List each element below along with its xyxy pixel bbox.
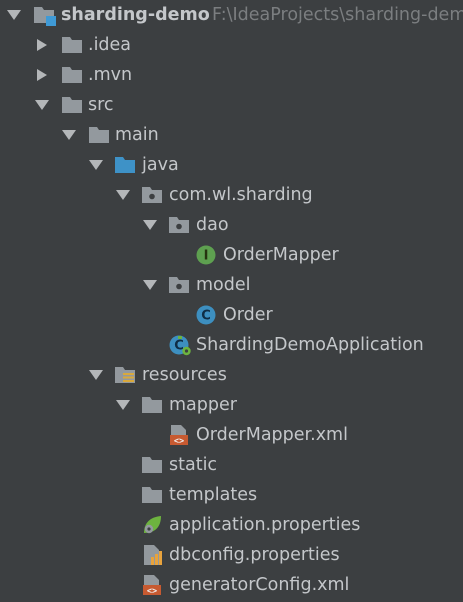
folder-icon bbox=[142, 397, 162, 413]
tree-row-mvn[interactable]: .mvn bbox=[0, 60, 463, 90]
package-icon bbox=[142, 187, 162, 203]
folder-icon bbox=[62, 67, 82, 83]
folder-icon bbox=[89, 127, 109, 143]
folder-icon bbox=[142, 457, 162, 473]
tree-item-label: java bbox=[142, 155, 179, 175]
tree-item-label: Order bbox=[223, 305, 273, 325]
chevron-down-icon[interactable] bbox=[143, 279, 157, 291]
tree-item-label: ShardingDemoApplication bbox=[196, 335, 424, 355]
xml-file-icon: <> bbox=[170, 425, 188, 447]
tree-row-file-generator-config-xml[interactable]: <> generatorConfig.xml bbox=[0, 570, 463, 600]
chevron-down-icon[interactable] bbox=[35, 99, 49, 111]
properties-file-icon bbox=[144, 545, 162, 565]
chevron-down-icon[interactable] bbox=[116, 189, 130, 201]
tree-row-java[interactable]: java bbox=[0, 150, 463, 180]
chevron-right-icon[interactable] bbox=[35, 39, 49, 51]
interface-icon: I bbox=[196, 245, 216, 265]
tree-row-static[interactable]: static bbox=[0, 450, 463, 480]
xml-file-icon: <> bbox=[143, 575, 161, 597]
folder-icon bbox=[62, 97, 82, 113]
class-badge-letter: C bbox=[201, 309, 211, 324]
tree-item-label: dbconfig.properties bbox=[169, 545, 340, 565]
tree-item-label: application.properties bbox=[169, 515, 361, 535]
tree-item-label: OrderMapper.xml bbox=[196, 425, 348, 445]
tree-item-label: src bbox=[88, 95, 114, 115]
tree-item-label: model bbox=[196, 275, 251, 295]
spring-properties-icon bbox=[144, 516, 161, 534]
tree-row-file-order-mapper-xml[interactable]: <> OrderMapper.xml bbox=[0, 420, 463, 450]
tree-item-label: templates bbox=[169, 485, 258, 505]
tree-row-package-model[interactable]: model bbox=[0, 270, 463, 300]
tree-item-label: main bbox=[115, 125, 159, 145]
tree-row-main[interactable]: main bbox=[0, 120, 463, 150]
class-icon: C bbox=[196, 305, 216, 325]
package-icon bbox=[169, 277, 189, 293]
tree-row-file-sharding-demo-application[interactable]: C ShardingDemoApplication bbox=[0, 330, 463, 360]
tree-item-label: generatorConfig.xml bbox=[169, 575, 350, 595]
chevron-down-icon[interactable] bbox=[143, 219, 157, 231]
tree-item-label: .mvn bbox=[88, 65, 133, 85]
tree-item-label: dao bbox=[196, 215, 229, 235]
project-path: F:\IdeaProjects\sharding-demo bbox=[212, 5, 463, 25]
tree-row-templates[interactable]: templates bbox=[0, 480, 463, 510]
project-tree: sharding-demo F:\IdeaProjects\sharding-d… bbox=[0, 0, 463, 602]
chevron-down-icon[interactable] bbox=[62, 129, 76, 141]
tree-item-label: resources bbox=[142, 365, 227, 385]
tree-item-label: static bbox=[169, 455, 218, 475]
tree-row-resources[interactable]: resources bbox=[0, 360, 463, 390]
tree-row-mapper[interactable]: mapper bbox=[0, 390, 463, 420]
tree-row-file-dbconfig-properties[interactable]: dbconfig.properties bbox=[0, 540, 463, 570]
tree-row-package-com-wl-sharding[interactable]: com.wl.sharding bbox=[0, 180, 463, 210]
interface-badge-letter: I bbox=[204, 249, 209, 264]
xml-badge: <> bbox=[174, 437, 184, 447]
xml-badge: <> bbox=[147, 587, 157, 597]
tree-row-package-dao[interactable]: dao bbox=[0, 210, 463, 240]
chevron-down-icon[interactable] bbox=[7, 9, 21, 21]
tree-row-src[interactable]: src bbox=[0, 90, 463, 120]
tree-item-label: com.wl.sharding bbox=[169, 185, 313, 205]
source-folder-icon bbox=[115, 157, 135, 173]
tree-item-label: .idea bbox=[88, 35, 132, 55]
tree-row-file-order[interactable]: C Order bbox=[0, 300, 463, 330]
tree-item-label: OrderMapper bbox=[223, 245, 339, 265]
tree-item-label: mapper bbox=[169, 395, 237, 415]
folder-icon bbox=[62, 37, 82, 53]
tree-row-file-order-mapper[interactable]: I OrderMapper bbox=[0, 240, 463, 270]
module-folder-icon bbox=[34, 7, 56, 26]
package-icon bbox=[169, 217, 189, 233]
chevron-down-icon[interactable] bbox=[89, 369, 103, 381]
project-name: sharding-demo bbox=[61, 5, 210, 25]
spring-boot-class-icon: C bbox=[169, 335, 191, 356]
folder-icon bbox=[142, 487, 162, 503]
chevron-down-icon[interactable] bbox=[89, 159, 103, 171]
tree-row-project-root[interactable]: sharding-demo F:\IdeaProjects\sharding-d… bbox=[0, 0, 463, 30]
tree-row-file-application-properties[interactable]: application.properties bbox=[0, 510, 463, 540]
chevron-down-icon[interactable] bbox=[116, 399, 130, 411]
tree-row-idea[interactable]: .idea bbox=[0, 30, 463, 60]
resources-folder-icon bbox=[115, 367, 135, 383]
chevron-right-icon[interactable] bbox=[35, 69, 49, 81]
